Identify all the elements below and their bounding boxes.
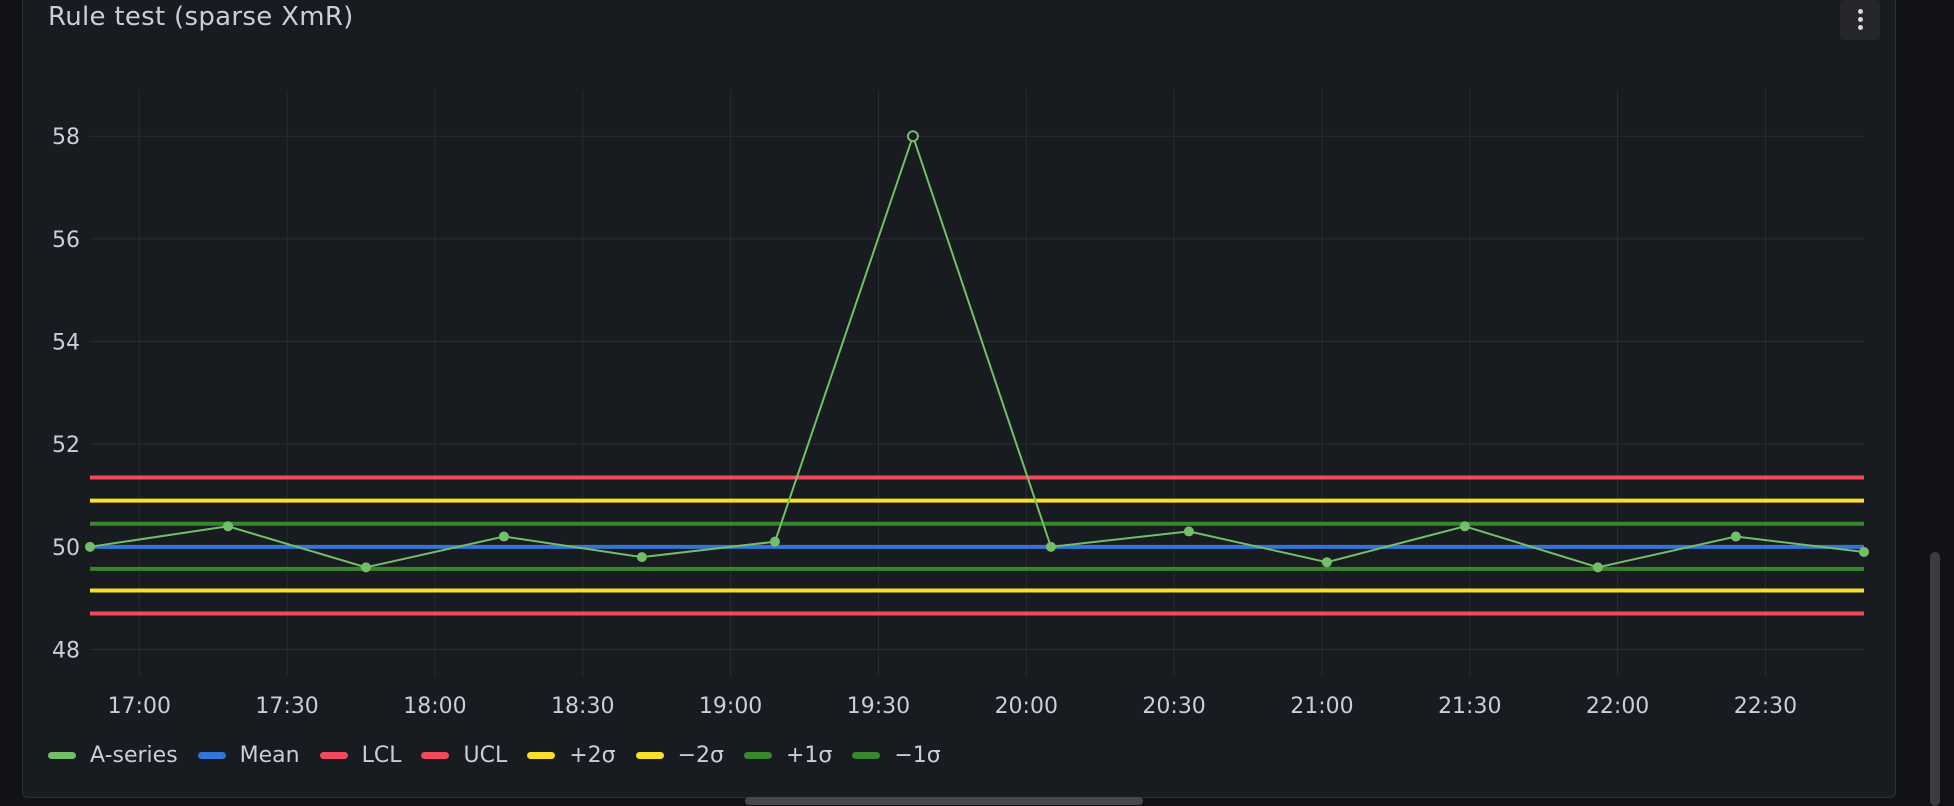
legend-label: −1σ [894,742,941,768]
a-series-line [89,133,1865,569]
x-tick-label: 22:00 [1586,694,1649,719]
legend-label: Mean [239,742,300,768]
legend-label: −2σ [677,742,724,768]
grid-lines [90,90,1864,676]
legend-item[interactable]: Mean [197,742,300,768]
data-point[interactable] [222,521,233,532]
x-axis-ticks: 17:00 17:30 18:00 18:30 19:00 19:30 20:00 20:30… [108,694,1798,719]
horizontal-scrollbar[interactable] [745,797,1143,805]
legend-item[interactable]: A-series [48,743,178,768]
y-tick-label: 50 [52,536,80,561]
legend-swatch [852,751,881,759]
data-point[interactable] [360,562,371,573]
control-limit-lines [90,475,1864,616]
data-point[interactable] [1859,546,1869,557]
x-tick-label: 22:30 [1734,694,1797,719]
legend-swatch [421,751,450,759]
legend-item[interactable]: −1σ [852,742,941,768]
a-series[interactable] [85,130,1869,573]
legend-swatch [635,751,664,759]
legend-label: LCL [361,742,402,768]
y-tick-label: 54 [52,331,80,356]
x-tick-label: 19:30 [847,694,910,719]
vertical-scrollbar[interactable] [1930,552,1940,806]
data-point[interactable] [636,552,647,563]
legend-label: +2σ [569,742,616,768]
data-point[interactable] [1321,557,1332,568]
x-tick-label: 21:00 [1290,694,1353,719]
legend-swatch [527,751,556,759]
data-point[interactable] [85,541,95,552]
legend-item[interactable]: +1σ [743,742,833,768]
control-chart: 48 50 52 54 56 58 17:00 17:30 18:00 18:30 19:00 19… [52,90,1869,719]
y-tick-label: 52 [52,433,80,458]
y-tick-label: 56 [52,228,80,253]
legend-label: +1σ [785,742,833,768]
legend-label: A-series [90,742,178,768]
legend-swatch [197,751,226,759]
x-tick-label: 19:00 [699,694,762,719]
x-tick-label: 17:00 [108,694,171,719]
legend-label: UCL [463,742,508,768]
legend-swatch [319,751,348,759]
data-point[interactable] [498,531,509,542]
legend-swatch [743,751,772,759]
legend-item[interactable]: +2σ [527,742,616,768]
x-tick-label: 17:30 [255,694,318,719]
legend-swatch [48,751,76,759]
data-point[interactable] [1459,521,1470,532]
data-point[interactable] [1592,562,1603,573]
y-tick-label: 58 [52,125,80,150]
legend-item[interactable]: UCL [421,743,507,768]
x-tick-label: 18:00 [403,694,466,719]
y-tick-label: 48 [52,638,80,663]
data-point[interactable] [1183,526,1194,537]
data-point[interactable] [1730,531,1741,542]
x-tick-label: 20:00 [995,694,1058,719]
x-tick-label: 18:30 [551,694,614,719]
legend-item[interactable]: −2σ [635,742,724,768]
x-tick-label: 21:30 [1438,694,1501,719]
legend-item[interactable]: LCL [319,742,402,768]
y-axis-ticks: 48 50 52 54 56 58 [52,125,80,663]
data-point[interactable] [769,536,780,547]
chart-legend: A-series Mean LCL UCL +2σ −2σ +1σ −1σ [48,740,961,770]
x-tick-label: 20:30 [1142,694,1205,719]
data-point[interactable] [1045,541,1056,552]
data-point-highlight[interactable] [906,130,919,143]
